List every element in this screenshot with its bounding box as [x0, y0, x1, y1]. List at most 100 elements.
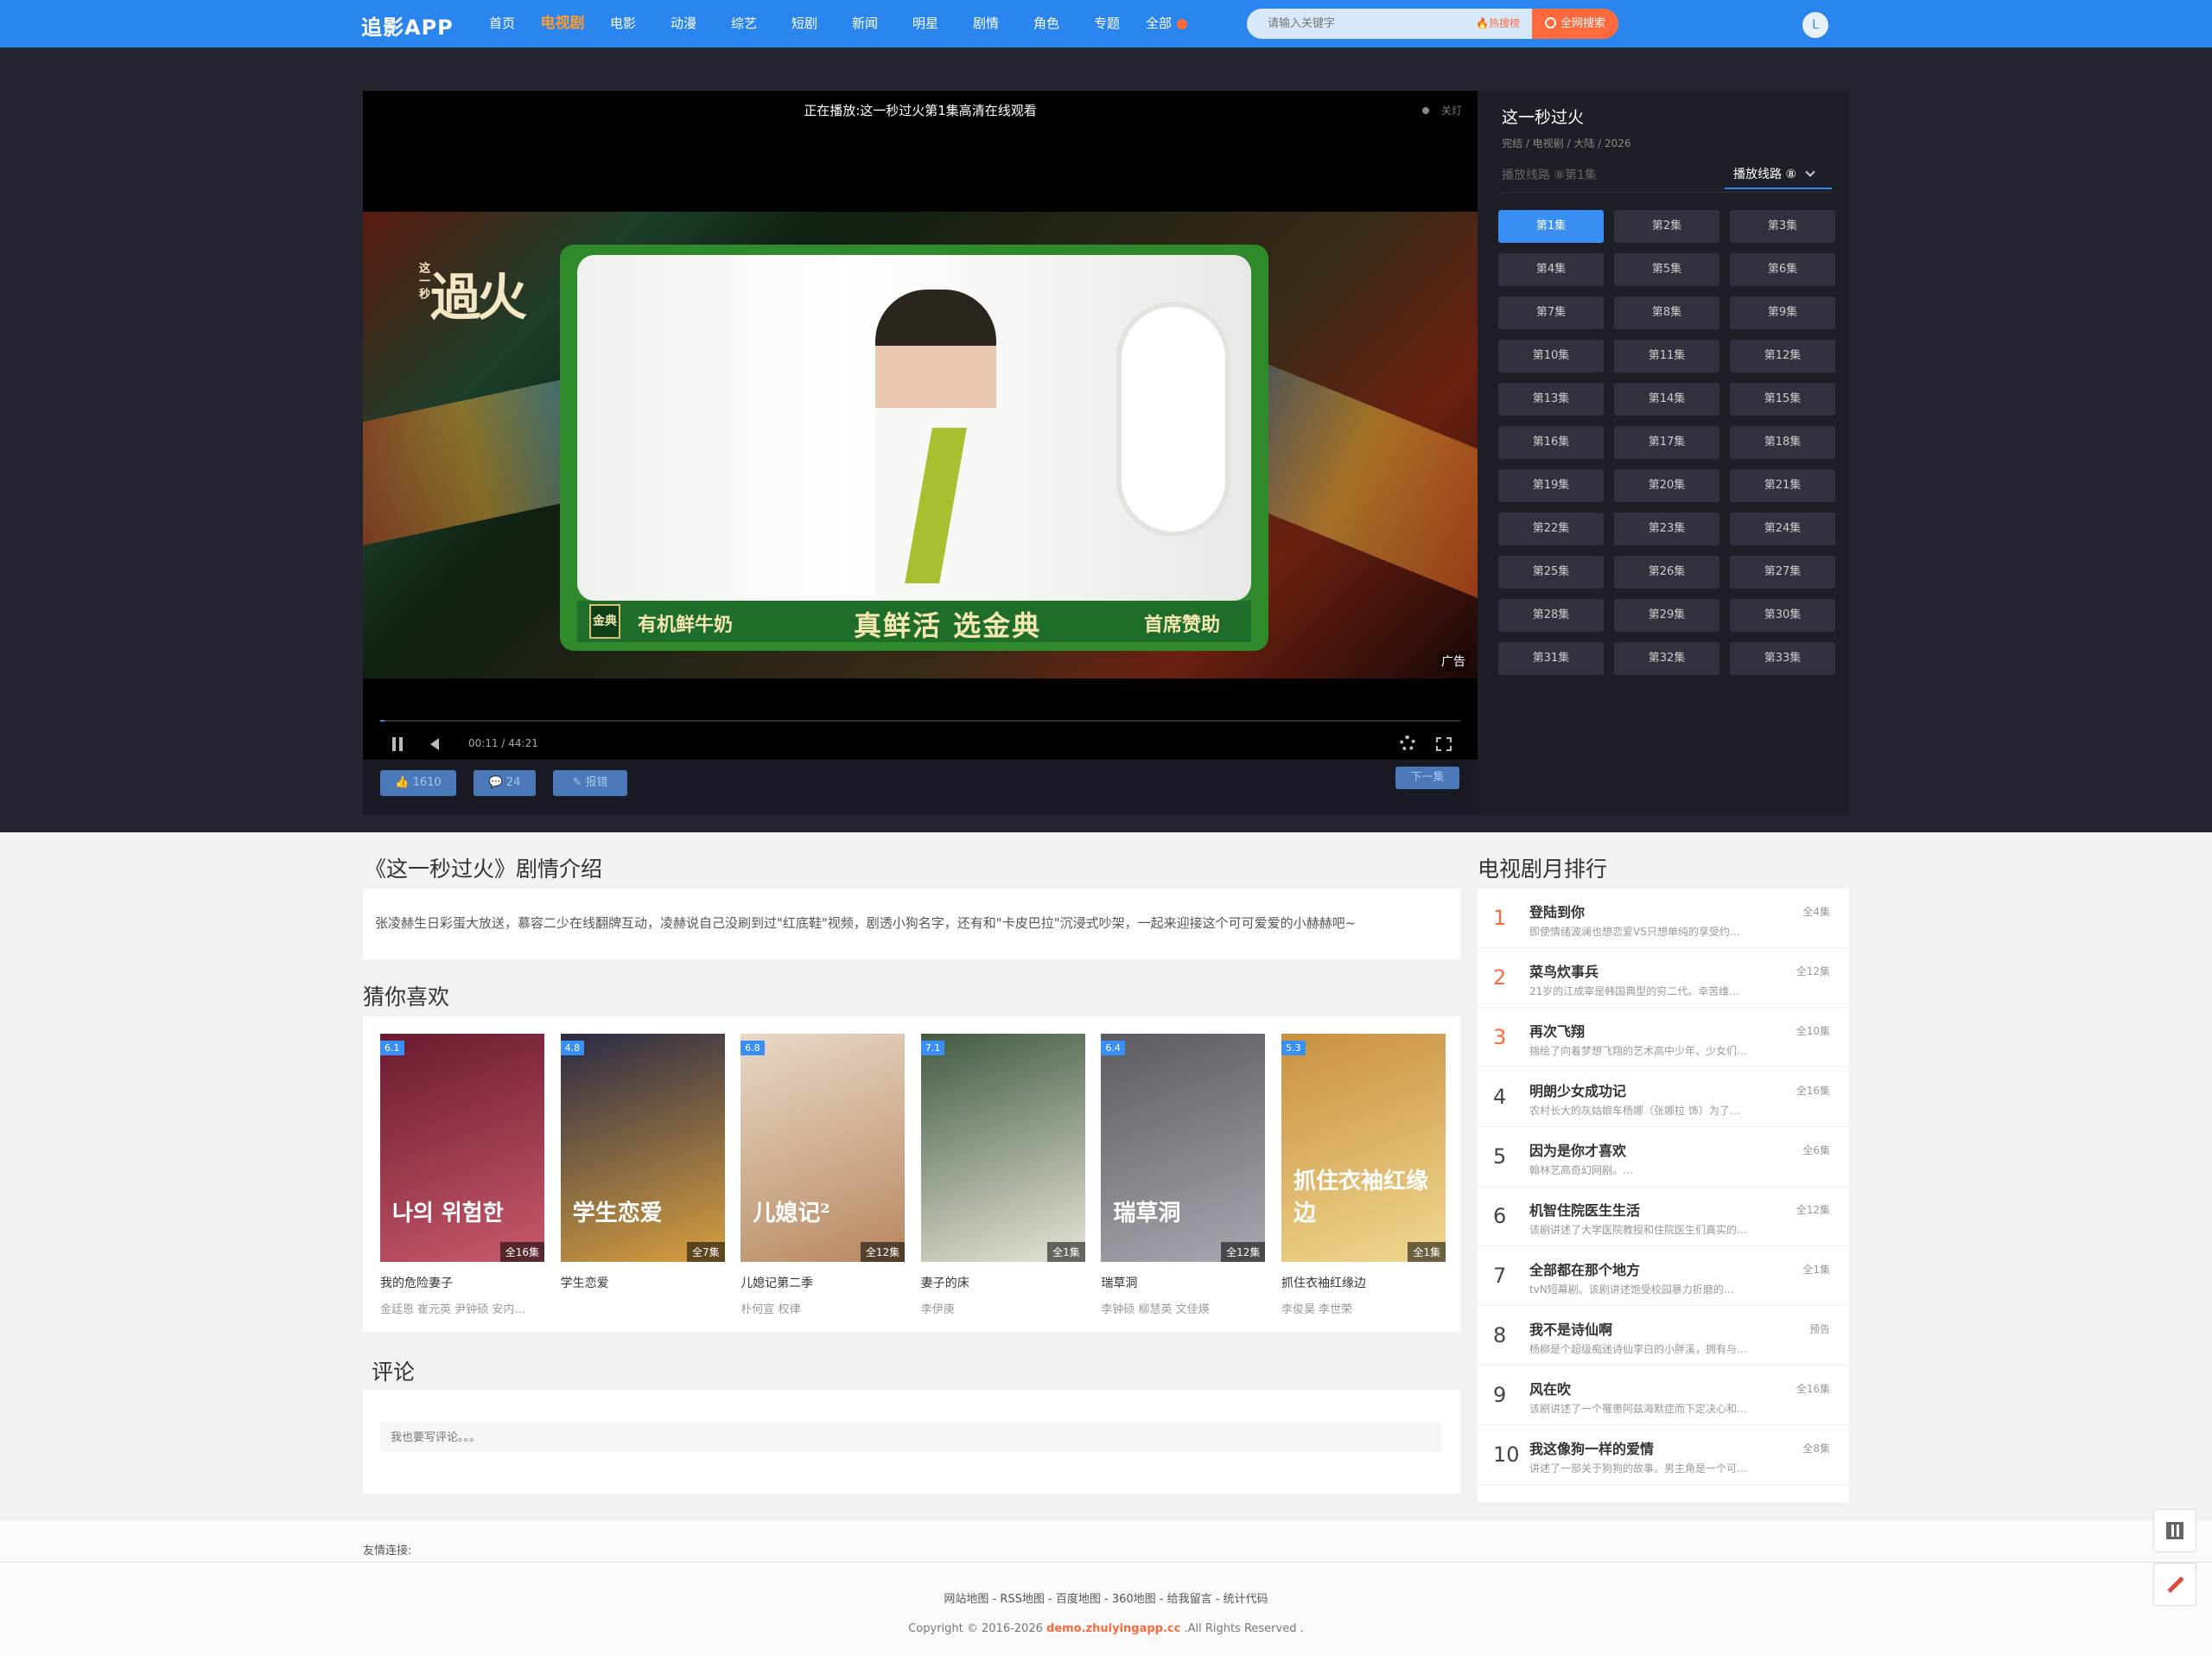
recommend-card[interactable]: 6.4 瑞草洞 全12集 瑞草洞 李钟硕 柳慧英 文佳煐: [1101, 1034, 1266, 1316]
recommend-card[interactable]: 7.1 全1集 妻子的床 李伊庚: [920, 1034, 1085, 1316]
episode-button[interactable]: 第4集: [1498, 253, 1604, 286]
recommend-title[interactable]: 瑞草洞: [1101, 1274, 1265, 1291]
recommend-card[interactable]: 6.1 나의 위험한 全16集 我的危险妻子 金廷恩 崔元英 尹钟硕 安内…: [380, 1034, 544, 1316]
episode-button[interactable]: 第6集: [1730, 253, 1835, 286]
episode-button[interactable]: 第23集: [1614, 513, 1719, 545]
route-selector[interactable]: 播放线路 ⑧: [1725, 162, 1832, 189]
rank-title[interactable]: 再次飞翔: [1529, 1020, 1585, 1041]
episode-button[interactable]: 第14集: [1614, 383, 1719, 416]
nav-item[interactable]: 短剧: [774, 0, 835, 48]
rank-title[interactable]: 明朗少女成功记: [1529, 1080, 1626, 1100]
settings-icon[interactable]: [1400, 736, 1415, 751]
recommend-title[interactable]: 抓住衣袖红缘边: [1281, 1274, 1446, 1291]
rank-title[interactable]: 菜鸟炊事兵: [1529, 960, 1599, 981]
episode-button[interactable]: 第28集: [1498, 599, 1604, 632]
episode-button[interactable]: 第30集: [1730, 599, 1835, 632]
nav-item[interactable]: 剧情: [956, 0, 1016, 48]
recommend-card[interactable]: 6.8 儿媳记² 全12集 儿媳记第二季 朴何宣 权律: [741, 1034, 906, 1316]
rank-item[interactable]: 7 全部都在那个地方 tvN短幕剧。该剧讲述饱受校园暴力折磨的… 全1集: [1478, 1246, 1849, 1306]
episode-button[interactable]: 第20集: [1614, 469, 1719, 502]
episode-button[interactable]: 第15集: [1730, 383, 1835, 416]
nav-item[interactable]: 新闻: [835, 0, 895, 48]
rank-item[interactable]: 8 我不是诗仙啊 杨柳是个超级痴迷诗仙李白的小胖溪，拥有与… 预告: [1478, 1306, 1849, 1366]
episode-button[interactable]: 第18集: [1730, 426, 1835, 459]
nav-item[interactable]: 首页: [472, 0, 532, 48]
episode-button[interactable]: 第17集: [1614, 426, 1719, 459]
video-frame[interactable]: 这一秒 過火 金典 有机鲜牛奶 真鲜活 选金典 首席赞助 广告: [363, 212, 1478, 678]
episode-button[interactable]: 第24集: [1730, 513, 1835, 545]
rank-item[interactable]: 6 机智住院医生生活 该剧讲述了大学医院教授和住院医生们真实的… 全12集: [1478, 1187, 1849, 1246]
rank-title[interactable]: 我不是诗仙啊: [1529, 1318, 1612, 1339]
recommend-title[interactable]: 学生恋爱: [561, 1274, 725, 1291]
rank-item[interactable]: 3 再次飞翔 揣绘了向着梦想飞翔的艺术高中少年、少女们… 全10集: [1478, 1008, 1849, 1067]
episode-button[interactable]: 第31集: [1498, 642, 1604, 675]
episode-button[interactable]: 第3集: [1730, 210, 1835, 243]
light-off-toggle[interactable]: 关灯: [1421, 103, 1462, 118]
pause-icon[interactable]: [392, 737, 403, 751]
nav-item[interactable]: 电视剧: [532, 0, 593, 48]
rank-title[interactable]: 因为是你才喜欢: [1529, 1139, 1626, 1160]
search-button[interactable]: 全网搜索: [1532, 9, 1618, 39]
poster-image[interactable]: 7.1 全1集: [920, 1034, 1085, 1262]
episode-button[interactable]: 第33集: [1730, 642, 1835, 675]
footer-nav[interactable]: 网站地图 - RSS地图 - 百度地图 - 360地图 - 给我留言 - 统计代…: [0, 1589, 2212, 1606]
episode-button[interactable]: 第25集: [1498, 556, 1604, 589]
nav-item[interactable]: 角色: [1016, 0, 1077, 48]
recommend-card[interactable]: 5.3 抓住衣袖红缘边 全1集 抓住衣袖红缘边 李俊昊 李世荣: [1281, 1034, 1446, 1316]
like-button[interactable]: 👍 1610: [380, 770, 456, 796]
rank-item[interactable]: 5 因为是你才喜欢 翰林艺高奇幻网剧。… 全6集: [1478, 1127, 1849, 1187]
rank-item[interactable]: 2 菜鸟炊事兵 21岁的江成宰是韩国典型的穷二代。幸苦维… 全12集: [1478, 948, 1849, 1008]
rank-item[interactable]: 4 明朗少女成功记 农村长大的灰姑娘车杨娜（张娜拉 饰）为了… 全16集: [1478, 1067, 1849, 1127]
next-episode-button[interactable]: 下一集: [1395, 767, 1459, 789]
report-button[interactable]: ✎ 报错: [553, 770, 627, 796]
rank-item[interactable]: 9 风在吹 该剧讲述了一个罹患阿兹海默症而下定决心和… 全16集: [1478, 1366, 1849, 1425]
fullscreen-icon[interactable]: [1436, 737, 1452, 751]
progress-bar[interactable]: [380, 720, 1460, 722]
episode-button[interactable]: 第11集: [1614, 340, 1719, 373]
episode-button[interactable]: 第9集: [1730, 296, 1835, 329]
episode-button[interactable]: 第22集: [1498, 513, 1604, 545]
user-avatar[interactable]: L: [1802, 12, 1828, 38]
volume-icon[interactable]: [430, 738, 439, 750]
nav-item[interactable]: 动漫: [653, 0, 714, 48]
episode-button[interactable]: 第13集: [1498, 383, 1604, 416]
rank-title[interactable]: 我这像狗一样的爱情: [1529, 1437, 1654, 1458]
episode-button[interactable]: 第26集: [1614, 556, 1719, 589]
copyright-domain[interactable]: demo.zhuiyingapp.cc: [1046, 1622, 1180, 1635]
dislike-button[interactable]: 💬 24: [474, 770, 536, 796]
nav-item[interactable]: 明星: [895, 0, 956, 48]
recommend-title[interactable]: 我的危险妻子: [380, 1274, 544, 1291]
episode-button[interactable]: 第27集: [1730, 556, 1835, 589]
rank-title[interactable]: 机智住院医生生活: [1529, 1199, 1640, 1220]
rank-title[interactable]: 登陆到你: [1529, 901, 1585, 921]
qrcode-button[interactable]: [2153, 1509, 2196, 1552]
episode-button[interactable]: 第2集: [1614, 210, 1719, 243]
episode-button[interactable]: 第21集: [1730, 469, 1835, 502]
nav-item-all[interactable]: 全部: [1137, 0, 1196, 48]
nav-item[interactable]: 综艺: [714, 0, 774, 48]
nav-item[interactable]: 专题: [1077, 0, 1137, 48]
recommend-title[interactable]: 儿媳记第二季: [741, 1274, 905, 1291]
episode-button[interactable]: 第29集: [1614, 599, 1719, 632]
rank-title[interactable]: 全部都在那个地方: [1529, 1258, 1640, 1279]
episode-button[interactable]: 第12集: [1730, 340, 1835, 373]
poster-image[interactable]: 6.1 나의 위험한 全16集: [380, 1034, 544, 1262]
comment-input[interactable]: [380, 1423, 1441, 1452]
episode-button[interactable]: 第32集: [1614, 642, 1719, 675]
search-input[interactable]: [1268, 9, 1449, 39]
recommend-title[interactable]: 妻子的床: [921, 1274, 1085, 1291]
episode-button[interactable]: 第8集: [1614, 296, 1719, 329]
recommend-card[interactable]: 4.8 学生恋爱 全7集学生恋爱: [560, 1034, 725, 1300]
poster-image[interactable]: 4.8 学生恋爱 全7集: [560, 1034, 725, 1262]
rank-item[interactable]: 10 我这像狗一样的爱情 讲述了一部关于狗狗的故事。男主角是一个可… 全8集: [1478, 1425, 1849, 1485]
episode-button[interactable]: 第7集: [1498, 296, 1604, 329]
episode-button[interactable]: 第10集: [1498, 340, 1604, 373]
poster-image[interactable]: 6.8 儿媳记² 全12集: [741, 1034, 906, 1262]
episode-button[interactable]: 第5集: [1614, 253, 1719, 286]
episode-button[interactable]: 第1集: [1498, 210, 1604, 243]
episode-button[interactable]: 第16集: [1498, 426, 1604, 459]
rank-title[interactable]: 风在吹: [1529, 1378, 1571, 1398]
episode-button[interactable]: 第19集: [1498, 469, 1604, 502]
poster-image[interactable]: 5.3 抓住衣袖红缘边 全1集: [1281, 1034, 1446, 1262]
nav-item[interactable]: 电影: [593, 0, 653, 48]
